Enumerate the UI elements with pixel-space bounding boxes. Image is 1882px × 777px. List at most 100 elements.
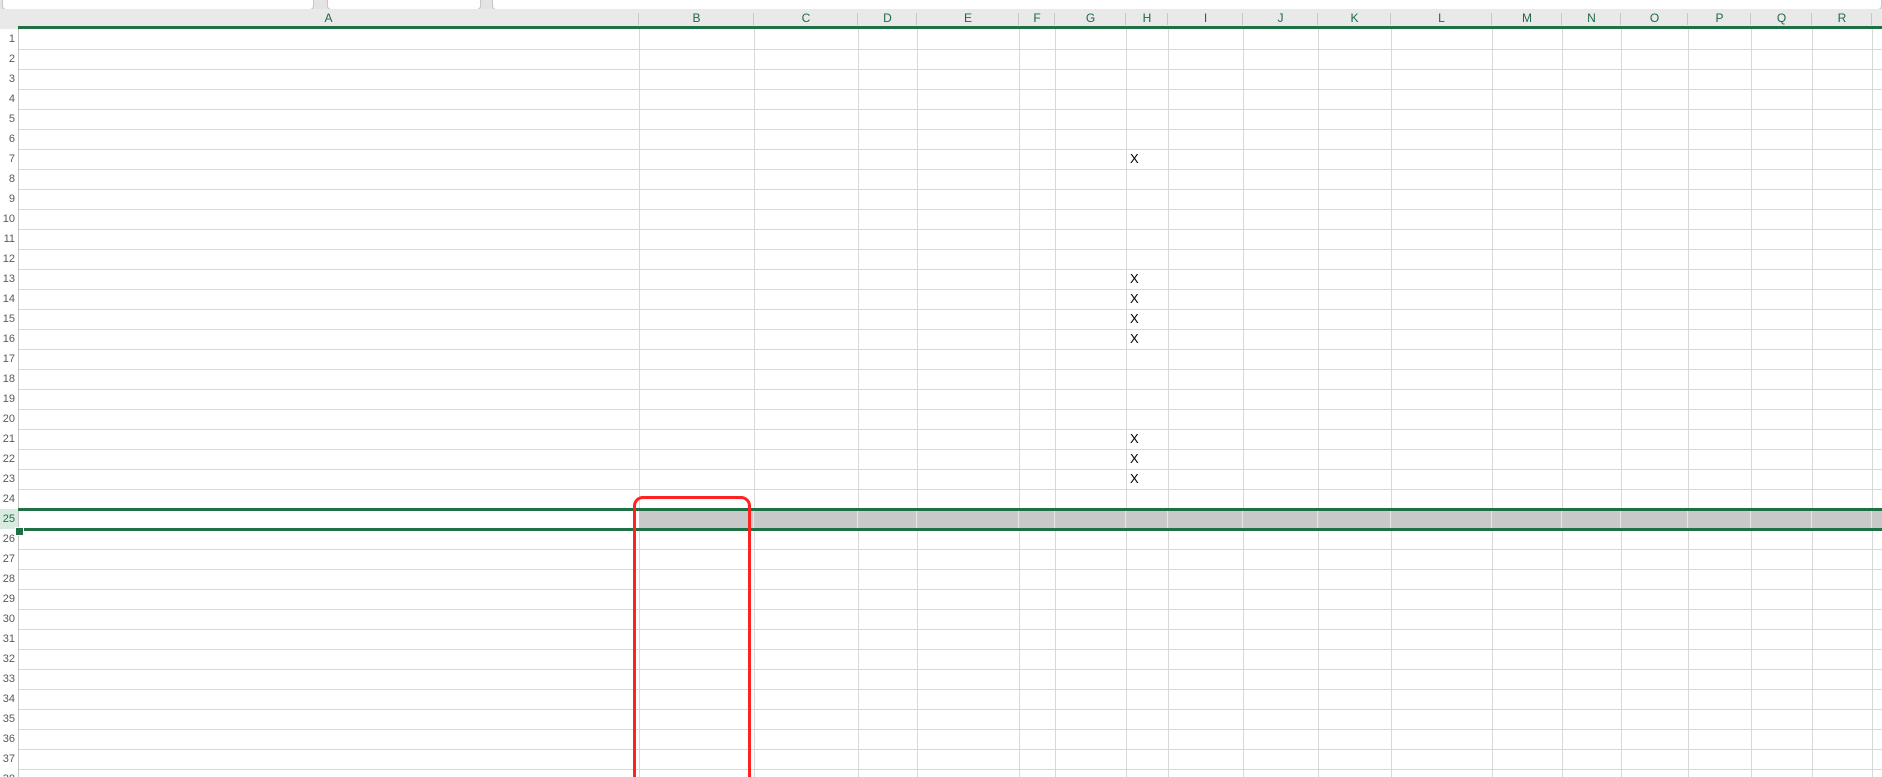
row-header-7[interactable]: 7 [0,149,15,169]
table-header-password[interactable] [1692,509,1747,529]
cell-created-on[interactable] [1059,749,1122,769]
cell-group[interactable] [758,649,854,669]
criteria-label[interactable] [22,149,635,169]
column-header-B[interactable]: B [639,11,754,26]
column-header-G[interactable]: G [1055,11,1126,26]
cell-valid-from[interactable] [1172,669,1239,689]
column-header-P[interactable]: P [1688,11,1751,26]
cell-group[interactable] [758,669,854,689]
cell-password[interactable] [1816,709,1868,729]
cell-type[interactable] [862,609,913,629]
table-header-logon[interactable] [1566,509,1617,529]
criteria-label[interactable] [22,349,635,369]
table-header-creator[interactable] [921,509,1015,529]
cell-valid-to[interactable] [1322,729,1387,749]
criteria-checkmark[interactable]: X [1130,449,1164,469]
cell-valid-to[interactable] [1322,649,1387,669]
cell-valid-from[interactable] [1172,569,1239,589]
criteria-label[interactable] [22,189,635,209]
criteria-label[interactable] [22,289,635,309]
cell-valid-from[interactable] [1172,729,1239,749]
row-header-29[interactable]: 29 [0,589,15,609]
column-header-R[interactable]: R [1812,11,1872,26]
cell-created-on[interactable] [1059,729,1122,749]
row-header-6[interactable]: 6 [0,129,15,149]
cell-valid-to[interactable] [1322,549,1387,569]
criteria-checkmark[interactable]: X [1130,469,1164,489]
column-header-O[interactable]: O [1621,11,1688,26]
criteria-label[interactable] [22,249,635,269]
criteria-label[interactable] [22,369,635,389]
cell-system-label[interactable] [22,89,635,109]
row-header-34[interactable]: 34 [0,689,15,709]
column-header-J[interactable]: J [1243,11,1318,26]
cell-valid-to[interactable] [1322,609,1387,629]
cell-created-on[interactable] [1059,769,1122,777]
cell-group[interactable] [758,549,854,569]
cell-created-on[interactable] [1059,569,1122,589]
cell-type[interactable] [862,629,913,649]
column-header-C[interactable]: C [754,11,858,26]
row-header-8[interactable]: 8 [0,169,15,189]
cell-creator[interactable] [921,589,1015,609]
row-header-37[interactable]: 37 [0,749,15,769]
cell-created-on[interactable] [1059,649,1122,669]
row-header-13[interactable]: 13 [0,269,15,289]
row-header-36[interactable]: 36 [0,729,15,749]
cell-valid-to[interactable] [1322,709,1387,729]
cell-logon[interactable] [1496,749,1558,769]
row-header-24[interactable]: 24 [0,489,15,509]
cell-creator[interactable] [921,549,1015,569]
cell-valid-to[interactable] [1322,569,1387,589]
cell-password[interactable] [1816,729,1868,749]
criteria-label[interactable] [22,429,635,449]
cell-password[interactable] [1816,649,1868,669]
cell-creator[interactable] [921,669,1015,689]
cell-created-on[interactable] [1059,609,1122,629]
column-header-F[interactable]: F [1019,11,1055,26]
cell-creator[interactable] [921,769,1015,777]
row-header-23[interactable]: 23 [0,469,15,489]
cell-valid-to[interactable] [1322,589,1387,609]
row-header-4[interactable]: 4 [0,89,15,109]
criteria-checkmark[interactable]: X [1130,309,1164,329]
column-header-I[interactable]: I [1168,11,1243,26]
table-header-user-group[interactable] [758,509,854,529]
cell-users-selected-label[interactable] [22,69,635,89]
criteria-label[interactable] [22,269,635,289]
cell-password[interactable] [1816,609,1868,629]
cell-password[interactable] [1816,689,1868,709]
cell-created-on[interactable] [1059,669,1122,689]
cell-logon[interactable] [1496,609,1558,629]
criteria-checkmark[interactable]: X [1130,269,1164,289]
cell-checked-by-label[interactable] [1247,89,1314,109]
cell-type[interactable] [862,689,913,709]
row-header-22[interactable]: 22 [0,449,15,469]
cell-valid-to[interactable] [1322,669,1387,689]
row-header-26[interactable]: 26 [0,529,15,549]
cell-checked-time[interactable] [1755,89,1808,109]
cell-group[interactable] [758,709,854,729]
cell-valid-to[interactable] [1322,629,1387,649]
column-header-D[interactable]: D [858,11,917,26]
criteria-label[interactable] [22,229,635,249]
row-header-28[interactable]: 28 [0,569,15,589]
cell-valid-from[interactable] [1172,609,1239,629]
cell-created-on[interactable] [1059,589,1122,609]
cell-valid-from[interactable] [1172,549,1239,569]
row-header-33[interactable]: 33 [0,669,15,689]
cell-type[interactable] [862,669,913,689]
cell-type[interactable] [862,709,913,729]
cell-type[interactable] [862,589,913,609]
cell-valid-from[interactable] [1172,649,1239,669]
row-header-31[interactable]: 31 [0,629,15,649]
row-header-16[interactable]: 16 [0,329,15,349]
row-header-38[interactable]: 38 [0,769,15,777]
selection-fill-handle[interactable] [15,527,24,536]
row-header-17[interactable]: 17 [0,349,15,369]
cell-logon[interactable] [1496,649,1558,669]
cell-page-number[interactable] [560,29,618,49]
cell-logon[interactable] [1496,549,1558,569]
cell-group[interactable] [758,589,854,609]
cell-creator[interactable] [921,649,1015,669]
